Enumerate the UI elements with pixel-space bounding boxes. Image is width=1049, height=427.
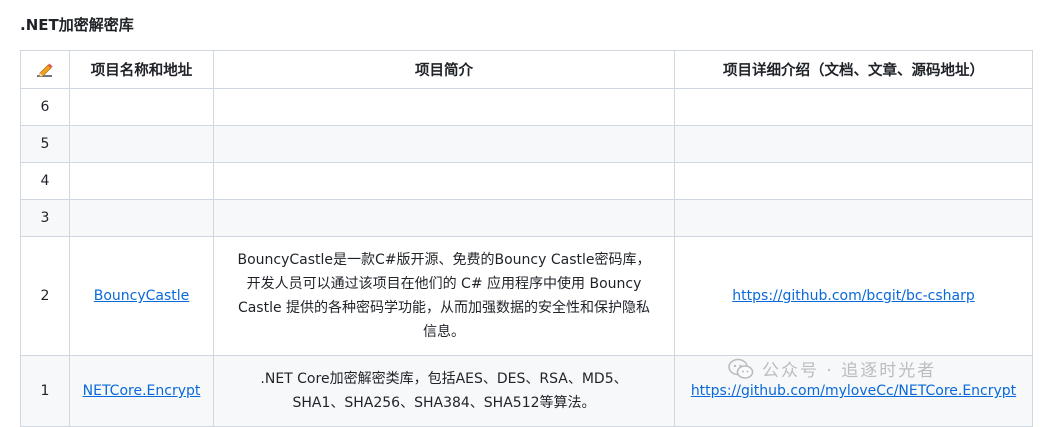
source-link-netcore-encrypt[interactable]: https://github.com/myloveCc/NETCore.Encr…: [691, 383, 1016, 399]
row-name: [69, 162, 214, 200]
row-detail: [674, 125, 1033, 163]
projects-table: 项目名称和地址 项目简介 项目详细介绍（文档、文章、源码地址） 6 5 4 3: [20, 50, 1033, 427]
row-detail: https://github.com/myloveCc/NETCore.Encr…: [674, 355, 1033, 427]
row-number: 5: [20, 125, 70, 163]
header-name: 项目名称和地址: [69, 50, 214, 89]
header-detail: 项目详细介绍（文档、文章、源码地址）: [674, 50, 1033, 89]
table-row: 3: [20, 199, 1033, 237]
row-name: [69, 88, 214, 126]
table-header-row: 项目名称和地址 项目简介 项目详细介绍（文档、文章、源码地址）: [20, 50, 1033, 89]
row-detail: [674, 162, 1033, 200]
project-link-netcore-encrypt[interactable]: NETCore.Encrypt: [83, 383, 201, 399]
row-intro: [213, 88, 675, 126]
header-intro: 项目简介: [213, 50, 675, 89]
row-name: NETCore.Encrypt: [69, 355, 214, 427]
row-number: 3: [20, 199, 70, 237]
row-intro: [213, 199, 675, 237]
table-row: 4: [20, 162, 1033, 200]
row-name: [69, 199, 214, 237]
row-intro: .NET Core加密解密类库，包括AES、DES、RSA、MD5、SHA1、S…: [213, 355, 675, 427]
row-number: 6: [20, 88, 70, 126]
row-name: BouncyCastle: [69, 236, 214, 356]
row-detail: [674, 88, 1033, 126]
pencil-icon: [37, 63, 53, 77]
row-name: [69, 125, 214, 163]
row-intro: BouncyCastle是一款C#版开源、免费的Bouncy Castle密码库…: [213, 236, 675, 356]
row-intro: [213, 125, 675, 163]
row-detail: https://github.com/bcgit/bc-csharp: [674, 236, 1033, 356]
row-intro: [213, 162, 675, 200]
row-detail: [674, 199, 1033, 237]
row-number: 2: [20, 236, 70, 356]
table-row: 1 NETCore.Encrypt .NET Core加密解密类库，包括AES、…: [20, 355, 1033, 427]
row-number: 4: [20, 162, 70, 200]
source-link-bc-csharp[interactable]: https://github.com/bcgit/bc-csharp: [732, 288, 974, 304]
table-row: 6: [20, 88, 1033, 126]
section-title: .NET加密解密库: [20, 16, 134, 34]
row-number: 1: [20, 355, 70, 427]
table-row: 5: [20, 125, 1033, 163]
table-row: 2 BouncyCastle BouncyCastle是一款C#版开源、免费的B…: [20, 236, 1033, 356]
project-link-bouncycastle[interactable]: BouncyCastle: [94, 288, 190, 304]
header-icon-cell: [20, 50, 70, 89]
